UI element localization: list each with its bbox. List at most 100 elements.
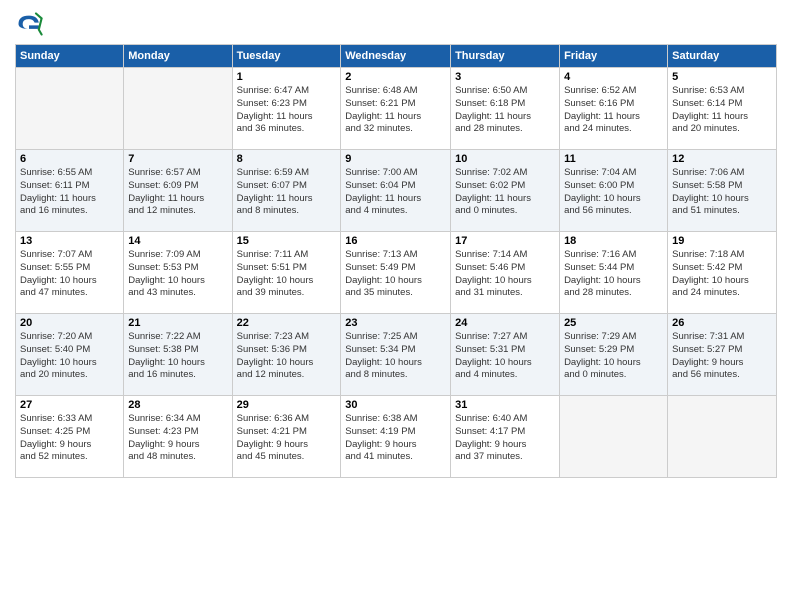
calendar-cell: 4Sunrise: 6:52 AM Sunset: 6:16 PM Daylig… [560,68,668,150]
day-info: Sunrise: 6:50 AM Sunset: 6:18 PM Dayligh… [455,85,555,136]
calendar-cell: 21Sunrise: 7:22 AM Sunset: 5:38 PM Dayli… [124,314,232,396]
day-info: Sunrise: 7:18 AM Sunset: 5:42 PM Dayligh… [672,249,772,300]
day-info: Sunrise: 7:00 AM Sunset: 6:04 PM Dayligh… [345,167,446,218]
week-row-2: 6Sunrise: 6:55 AM Sunset: 6:11 PM Daylig… [16,150,777,232]
day-number: 30 [345,399,446,411]
day-number: 23 [345,317,446,329]
weekday-header-tuesday: Tuesday [232,45,341,68]
calendar-cell: 27 Sunrise: 6:33 AM Sunset: 4:25 PM Dayli… [16,396,124,478]
calendar-cell: 11Sunrise: 7:04 AM Sunset: 6:00 PM Dayli… [560,150,668,232]
calendar-cell: 1 Sunrise: 6:47 AM Sunset: 6:23 PM Daylig… [232,68,341,150]
calendar-cell: 3 Sunrise: 6:50 AM Sunset: 6:18 PM Daylig… [451,68,560,150]
day-number: 3 [455,71,555,83]
calendar-cell: 5Sunrise: 6:53 AM Sunset: 6:14 PM Daylig… [668,68,777,150]
day-number: 8 [237,153,337,165]
day-number: 4 [564,71,663,83]
weekday-header-friday: Friday [560,45,668,68]
day-number: 6 [20,153,119,165]
day-info: Sunrise: 6:47 AM Sunset: 6:23 PM Dayligh… [237,85,337,136]
day-info: Sunrise: 6:33 AM Sunset: 4:25 PM Dayligh… [20,413,119,464]
calendar-cell: 28Sunrise: 6:34 AM Sunset: 4:23 PM Dayli… [124,396,232,478]
day-info: Sunrise: 7:22 AM Sunset: 5:38 PM Dayligh… [128,331,227,382]
day-info: Sunrise: 6:57 AM Sunset: 6:09 PM Dayligh… [128,167,227,218]
weekday-header-sunday: Sunday [16,45,124,68]
day-number: 27 [20,399,119,411]
calendar-cell: 10 Sunrise: 7:02 AM Sunset: 6:02 PM Dayli… [451,150,560,232]
day-info: Sunrise: 7:13 AM Sunset: 5:49 PM Dayligh… [345,249,446,300]
day-number: 2 [345,71,446,83]
day-info: Sunrise: 7:16 AM Sunset: 5:44 PM Dayligh… [564,249,663,300]
day-number: 12 [672,153,772,165]
day-number: 17 [455,235,555,247]
day-info: Sunrise: 7:25 AM Sunset: 5:34 PM Dayligh… [345,331,446,382]
day-number: 15 [237,235,337,247]
calendar-cell: 25 Sunrise: 7:29 AM Sunset: 5:29 PM Dayli… [560,314,668,396]
day-info: Sunrise: 6:48 AM Sunset: 6:21 PM Dayligh… [345,85,446,136]
calendar-cell: 14 Sunrise: 7:09 AM Sunset: 5:53 PM Dayli… [124,232,232,314]
day-info: Sunrise: 7:20 AM Sunset: 5:40 PM Dayligh… [20,331,119,382]
week-row-5: 27 Sunrise: 6:33 AM Sunset: 4:25 PM Dayli… [16,396,777,478]
calendar-cell: 9Sunrise: 7:00 AM Sunset: 6:04 PM Daylig… [341,150,451,232]
day-info: Sunrise: 7:02 AM Sunset: 6:02 PM Dayligh… [455,167,555,218]
header [15,10,777,38]
weekday-header-thursday: Thursday [451,45,560,68]
week-row-3: 13 Sunrise: 7:07 AM Sunset: 5:55 PM Dayli… [16,232,777,314]
day-number: 31 [455,399,555,411]
day-number: 13 [20,235,119,247]
logo [15,10,47,38]
day-number: 22 [237,317,337,329]
day-info: Sunrise: 7:14 AM Sunset: 5:46 PM Dayligh… [455,249,555,300]
day-number: 28 [128,399,227,411]
day-info: Sunrise: 6:36 AM Sunset: 4:21 PM Dayligh… [237,413,337,464]
logo-icon [15,10,43,38]
day-info: Sunrise: 7:11 AM Sunset: 5:51 PM Dayligh… [237,249,337,300]
calendar: SundayMondayTuesdayWednesdayThursdayFrid… [15,44,777,478]
day-info: Sunrise: 7:09 AM Sunset: 5:53 PM Dayligh… [128,249,227,300]
weekday-header-monday: Monday [124,45,232,68]
day-info: Sunrise: 6:59 AM Sunset: 6:07 PM Dayligh… [237,167,337,218]
day-info: Sunrise: 7:07 AM Sunset: 5:55 PM Dayligh… [20,249,119,300]
calendar-cell: 30 Sunrise: 6:38 AM Sunset: 4:19 PM Dayli… [341,396,451,478]
calendar-cell: 23 Sunrise: 7:25 AM Sunset: 5:34 PM Dayli… [341,314,451,396]
day-number: 19 [672,235,772,247]
calendar-cell: 15 Sunrise: 7:11 AM Sunset: 5:51 PM Dayli… [232,232,341,314]
day-info: Sunrise: 7:27 AM Sunset: 5:31 PM Dayligh… [455,331,555,382]
calendar-cell: 29Sunrise: 6:36 AM Sunset: 4:21 PM Dayli… [232,396,341,478]
calendar-cell: 17 Sunrise: 7:14 AM Sunset: 5:46 PM Dayli… [451,232,560,314]
calendar-cell: 13 Sunrise: 7:07 AM Sunset: 5:55 PM Dayli… [16,232,124,314]
calendar-cell: 16 Sunrise: 7:13 AM Sunset: 5:49 PM Dayli… [341,232,451,314]
calendar-cell: 19 Sunrise: 7:18 AM Sunset: 5:42 PM Dayli… [668,232,777,314]
calendar-cell: 24 Sunrise: 7:27 AM Sunset: 5:31 PM Dayli… [451,314,560,396]
day-number: 18 [564,235,663,247]
day-number: 25 [564,317,663,329]
weekday-header-wednesday: Wednesday [341,45,451,68]
calendar-cell: 6Sunrise: 6:55 AM Sunset: 6:11 PM Daylig… [16,150,124,232]
day-info: Sunrise: 7:04 AM Sunset: 6:00 PM Dayligh… [564,167,663,218]
calendar-cell: 8 Sunrise: 6:59 AM Sunset: 6:07 PM Daylig… [232,150,341,232]
day-number: 14 [128,235,227,247]
day-info: Sunrise: 6:38 AM Sunset: 4:19 PM Dayligh… [345,413,446,464]
calendar-cell: 22Sunrise: 7:23 AM Sunset: 5:36 PM Dayli… [232,314,341,396]
calendar-cell [668,396,777,478]
calendar-cell: 31Sunrise: 6:40 AM Sunset: 4:17 PM Dayli… [451,396,560,478]
day-number: 26 [672,317,772,329]
day-info: Sunrise: 6:53 AM Sunset: 6:14 PM Dayligh… [672,85,772,136]
day-number: 20 [20,317,119,329]
day-number: 1 [237,71,337,83]
day-info: Sunrise: 7:06 AM Sunset: 5:58 PM Dayligh… [672,167,772,218]
calendar-cell: 26Sunrise: 7:31 AM Sunset: 5:27 PM Dayli… [668,314,777,396]
calendar-cell: 20 Sunrise: 7:20 AM Sunset: 5:40 PM Dayli… [16,314,124,396]
day-number: 24 [455,317,555,329]
calendar-cell [560,396,668,478]
calendar-cell: 7 Sunrise: 6:57 AM Sunset: 6:09 PM Daylig… [124,150,232,232]
day-number: 7 [128,153,227,165]
weekday-header-saturday: Saturday [668,45,777,68]
weekday-header-row: SundayMondayTuesdayWednesdayThursdayFrid… [16,45,777,68]
calendar-cell [16,68,124,150]
calendar-cell: 2 Sunrise: 6:48 AM Sunset: 6:21 PM Daylig… [341,68,451,150]
week-row-1: 1 Sunrise: 6:47 AM Sunset: 6:23 PM Daylig… [16,68,777,150]
calendar-cell: 12 Sunrise: 7:06 AM Sunset: 5:58 PM Dayli… [668,150,777,232]
day-info: Sunrise: 7:29 AM Sunset: 5:29 PM Dayligh… [564,331,663,382]
day-number: 16 [345,235,446,247]
day-number: 10 [455,153,555,165]
